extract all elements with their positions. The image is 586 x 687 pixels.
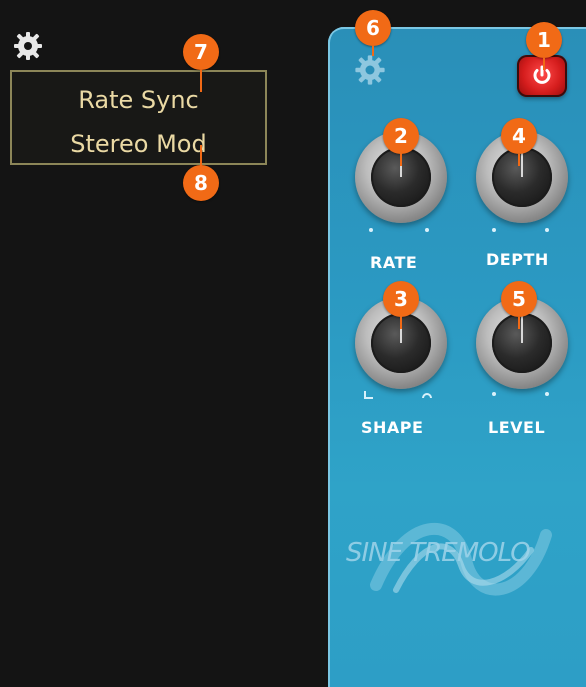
settings-menu: Rate Sync Stereo Mod <box>10 70 267 165</box>
menu-item-rate-sync[interactable]: Rate Sync <box>12 86 265 114</box>
power-icon <box>533 65 551 84</box>
power-button[interactable] <box>517 55 567 97</box>
shape-right-arrow-icon <box>422 393 432 399</box>
pedal-title: SINE TREMOLO <box>346 538 531 568</box>
callout-2: 2 <box>383 118 419 154</box>
callout-5: 5 <box>501 281 537 317</box>
pedal-settings-gear-icon[interactable] <box>352 52 388 88</box>
callout-3: 3 <box>383 281 419 317</box>
rate-label: RATE <box>370 253 418 272</box>
callout-4: 4 <box>501 118 537 154</box>
callout-1: 1 <box>526 22 562 58</box>
menu-item-stereo-mod[interactable]: Stereo Mod <box>12 130 265 158</box>
shape-label: SHAPE <box>361 418 424 437</box>
callout-7: 7 <box>183 34 219 70</box>
callout-8: 8 <box>183 165 219 201</box>
settings-gear-icon[interactable] <box>12 30 44 62</box>
callout-6: 6 <box>355 10 391 46</box>
level-label: LEVEL <box>488 418 546 437</box>
depth-label: DEPTH <box>486 250 549 269</box>
shape-left-arrow-icon <box>364 391 373 399</box>
